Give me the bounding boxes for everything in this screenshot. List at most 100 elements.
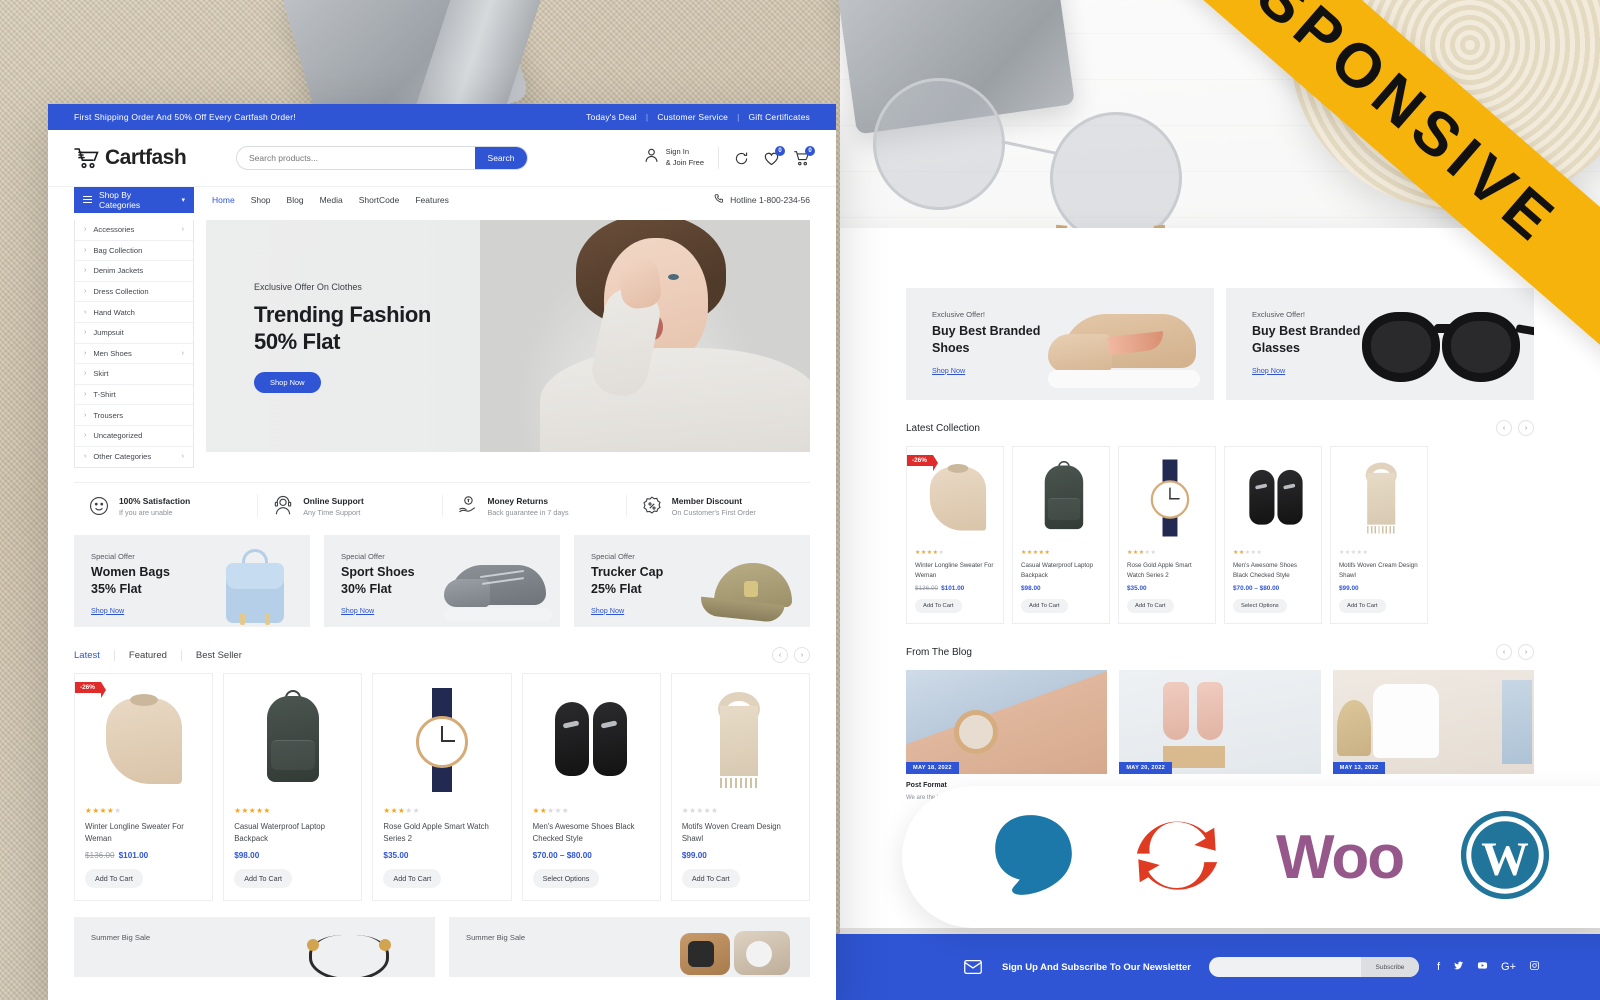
- todays-deal-link[interactable]: Today's Deal: [586, 112, 637, 122]
- blog-post-card[interactable]: MAY 18, 2022 Post Format We are the best…: [906, 670, 1108, 803]
- promo-banner-glasses[interactable]: Exclusive Offer! Buy Best Branded Glasse…: [1226, 288, 1534, 400]
- blog-post-card[interactable]: MAY 13, 2022: [1332, 670, 1534, 803]
- twitter-icon[interactable]: [1453, 960, 1464, 974]
- category-item-bag-collection[interactable]: › Bag Collection: [75, 241, 193, 262]
- add-to-cart-button[interactable]: Add To Cart: [1127, 599, 1174, 614]
- tab-featured[interactable]: Featured: [115, 649, 182, 661]
- sign-in-block[interactable]: Sign In & Join Free: [643, 147, 719, 169]
- category-item-trousers[interactable]: › Trousers: [75, 405, 193, 426]
- carousel-next-icon[interactable]: ›: [1518, 420, 1534, 436]
- table-row[interactable]: ★★★★★ Casual Waterproof Laptop Backpack …: [223, 673, 363, 901]
- service-subtitle: Any Time Support: [303, 507, 361, 517]
- offer-shop-now-link[interactable]: Shop Now: [91, 606, 124, 615]
- product-tabs-row: Latest Featured Best Seller ‹ ›: [74, 647, 810, 664]
- select-options-button[interactable]: Select Options: [532, 868, 600, 888]
- google-plus-icon[interactable]: G+: [1501, 961, 1516, 973]
- nav-item-media[interactable]: Media: [320, 195, 343, 205]
- hero-slider[interactable]: Exclusive Offer On Clothes Trending Fash…: [206, 220, 810, 452]
- category-item-dress-collection[interactable]: › Dress Collection: [75, 282, 193, 303]
- carousel-prev-icon[interactable]: ‹: [1496, 644, 1512, 661]
- promo-shop-now-link[interactable]: Shop Now: [1252, 366, 1285, 375]
- subscribe-button[interactable]: Subscribe: [1360, 957, 1419, 977]
- site-logo[interactable]: Cartfash: [74, 146, 224, 170]
- offer-shop-now-link[interactable]: Shop Now: [591, 606, 624, 615]
- category-item-denim-jackets[interactable]: › Denim Jackets: [75, 261, 193, 282]
- search-input[interactable]: [237, 147, 475, 169]
- add-to-cart-button[interactable]: Add To Cart: [915, 599, 962, 614]
- category-item-jumpsuit[interactable]: › Jumpsuit: [75, 323, 193, 344]
- product-card[interactable]: ★★★★★ Motifs Woven Cream Design Shawl $9…: [1330, 446, 1428, 625]
- add-to-cart-button[interactable]: Add To Cart: [681, 868, 740, 888]
- tab-latest[interactable]: Latest: [74, 649, 115, 661]
- add-to-cart-button[interactable]: Add To Cart: [1339, 599, 1386, 614]
- product-name: Rose Gold Apple Smart Watch Series 2: [383, 822, 489, 843]
- summer-sale-banner-2[interactable]: Summer Big Sale: [449, 916, 810, 977]
- wishlist-heart-icon[interactable]: 0: [763, 145, 785, 167]
- rating-stars: ★★★★★: [1127, 550, 1157, 556]
- customer-service-link[interactable]: Customer Service: [657, 112, 728, 122]
- youtube-icon[interactable]: [1477, 960, 1488, 974]
- instagram-icon[interactable]: [1529, 960, 1540, 974]
- carousel-prev-icon[interactable]: ‹: [1496, 420, 1512, 436]
- product-card[interactable]: ★★★★★ Rose Gold Apple Smart Watch Series…: [1118, 446, 1216, 625]
- nav-item-shortcode[interactable]: ShortCode: [359, 195, 400, 205]
- promo-banner-shoes[interactable]: Exclusive Offer! Buy Best Branded Shoes …: [906, 288, 1214, 400]
- nav-item-blog[interactable]: Blog: [287, 195, 304, 205]
- table-row[interactable]: ★★★★★ Motifs Woven Cream Design Shawl $9…: [670, 673, 811, 901]
- category-item-skirt[interactable]: › Skirt: [75, 364, 193, 385]
- nav-links: Home Shop Blog Media ShortCode Features: [212, 195, 449, 205]
- carousel-next-icon[interactable]: ›: [794, 647, 810, 664]
- category-item-hand-watch[interactable]: › Hand Watch: [75, 302, 193, 323]
- offer-banner-sport-shoes[interactable]: Special Offer Sport Shoes 30% Flat Shop N…: [324, 535, 560, 628]
- cart-icon[interactable]: 0: [793, 145, 815, 167]
- category-item-uncategorized[interactable]: › Uncategorized: [75, 426, 193, 447]
- nav-item-home[interactable]: Home: [212, 195, 235, 205]
- gift-certificates-link[interactable]: Gift Certificates: [749, 112, 811, 122]
- product-card[interactable]: ★★★★★ Casual Waterproof Laptop Backpack …: [1012, 446, 1110, 625]
- promo-shop-now-link[interactable]: Shop Now: [932, 366, 965, 375]
- category-label: Men Shoes: [93, 348, 132, 358]
- search-bar: Search: [236, 146, 528, 170]
- product-old-price: $136.00: [85, 850, 115, 860]
- carousel-prev-icon[interactable]: ‹: [772, 647, 788, 664]
- product-name: Winter Longline Sweater For Weman: [915, 562, 994, 579]
- nav-item-shop[interactable]: Shop: [251, 195, 271, 205]
- service-member-discount: Member Discount On Customer's First Order: [627, 495, 810, 517]
- carousel-next-icon[interactable]: ›: [1518, 644, 1534, 661]
- join-free-label: & Join Free: [665, 158, 704, 167]
- hero-shop-now-button[interactable]: Shop Now: [254, 371, 321, 393]
- table-row[interactable]: ★★★★★ Rose Gold Apple Smart Watch Series…: [372, 673, 512, 901]
- desktop-preview: First Shipping Order And 50% Off Every C…: [48, 104, 836, 1000]
- offer-shop-now-link[interactable]: Shop Now: [341, 606, 374, 615]
- shop-by-categories-button[interactable]: Shop By Categories ▾: [74, 186, 194, 213]
- product-card[interactable]: -26% ★★★★★ Winter Longline Sweater For W…: [906, 446, 1004, 625]
- table-row[interactable]: ★★★★★ Men's Awesome Shoes Black Checked …: [521, 673, 661, 901]
- facebook-icon[interactable]: f: [1437, 961, 1440, 973]
- woocommerce-icon: Woo: [1276, 822, 1405, 892]
- category-item-accessories[interactable]: › Accessories ›: [75, 220, 193, 241]
- select-options-button[interactable]: Select Options: [1233, 599, 1287, 614]
- offer-banner-women-bags[interactable]: Special Offer Women Bags 35% Flat Shop No…: [74, 535, 310, 628]
- product-name: Casual Waterproof Laptop Backpack: [1021, 562, 1093, 579]
- table-row[interactable]: -26% ★★★★★ Winter Longline Sweater For W…: [74, 673, 214, 901]
- category-item-men-shoes[interactable]: › Men Shoes ›: [75, 344, 193, 365]
- nav-item-features[interactable]: Features: [415, 195, 449, 205]
- compare-icon[interactable]: [733, 150, 750, 167]
- search-button[interactable]: Search: [475, 147, 527, 169]
- newsletter-email-input[interactable]: [1208, 957, 1361, 977]
- add-to-cart-button[interactable]: Add To Cart: [85, 868, 143, 888]
- hero-title-line2: 50% Flat: [254, 328, 341, 354]
- category-item-other-categories[interactable]: › Other Categories ›: [75, 447, 193, 468]
- summer-sale-banner-1[interactable]: Summer Big Sale: [74, 916, 435, 977]
- add-to-cart-button[interactable]: Add To Cart: [234, 868, 293, 888]
- latest-collection-grid: -26% ★★★★★ Winter Longline Sweater For W…: [906, 446, 1534, 625]
- add-to-cart-button[interactable]: Add To Cart: [383, 868, 442, 888]
- add-to-cart-button[interactable]: Add To Cart: [1021, 599, 1068, 614]
- product-card[interactable]: ★★★★★ Men's Awesome Shoes Black Checked …: [1224, 446, 1322, 625]
- tab-best-seller[interactable]: Best Seller: [182, 650, 256, 661]
- category-item-t-shirt[interactable]: › T-Shirt: [75, 385, 193, 406]
- trucker-cap-image: [699, 561, 804, 624]
- blog-post-card[interactable]: MAY 20, 2022: [1119, 670, 1321, 803]
- offer-banner-trucker-cap[interactable]: Special Offer Trucker Cap 25% Flat Shop N…: [574, 535, 810, 628]
- blog-date-badge: MAY 20, 2022: [1119, 762, 1173, 775]
